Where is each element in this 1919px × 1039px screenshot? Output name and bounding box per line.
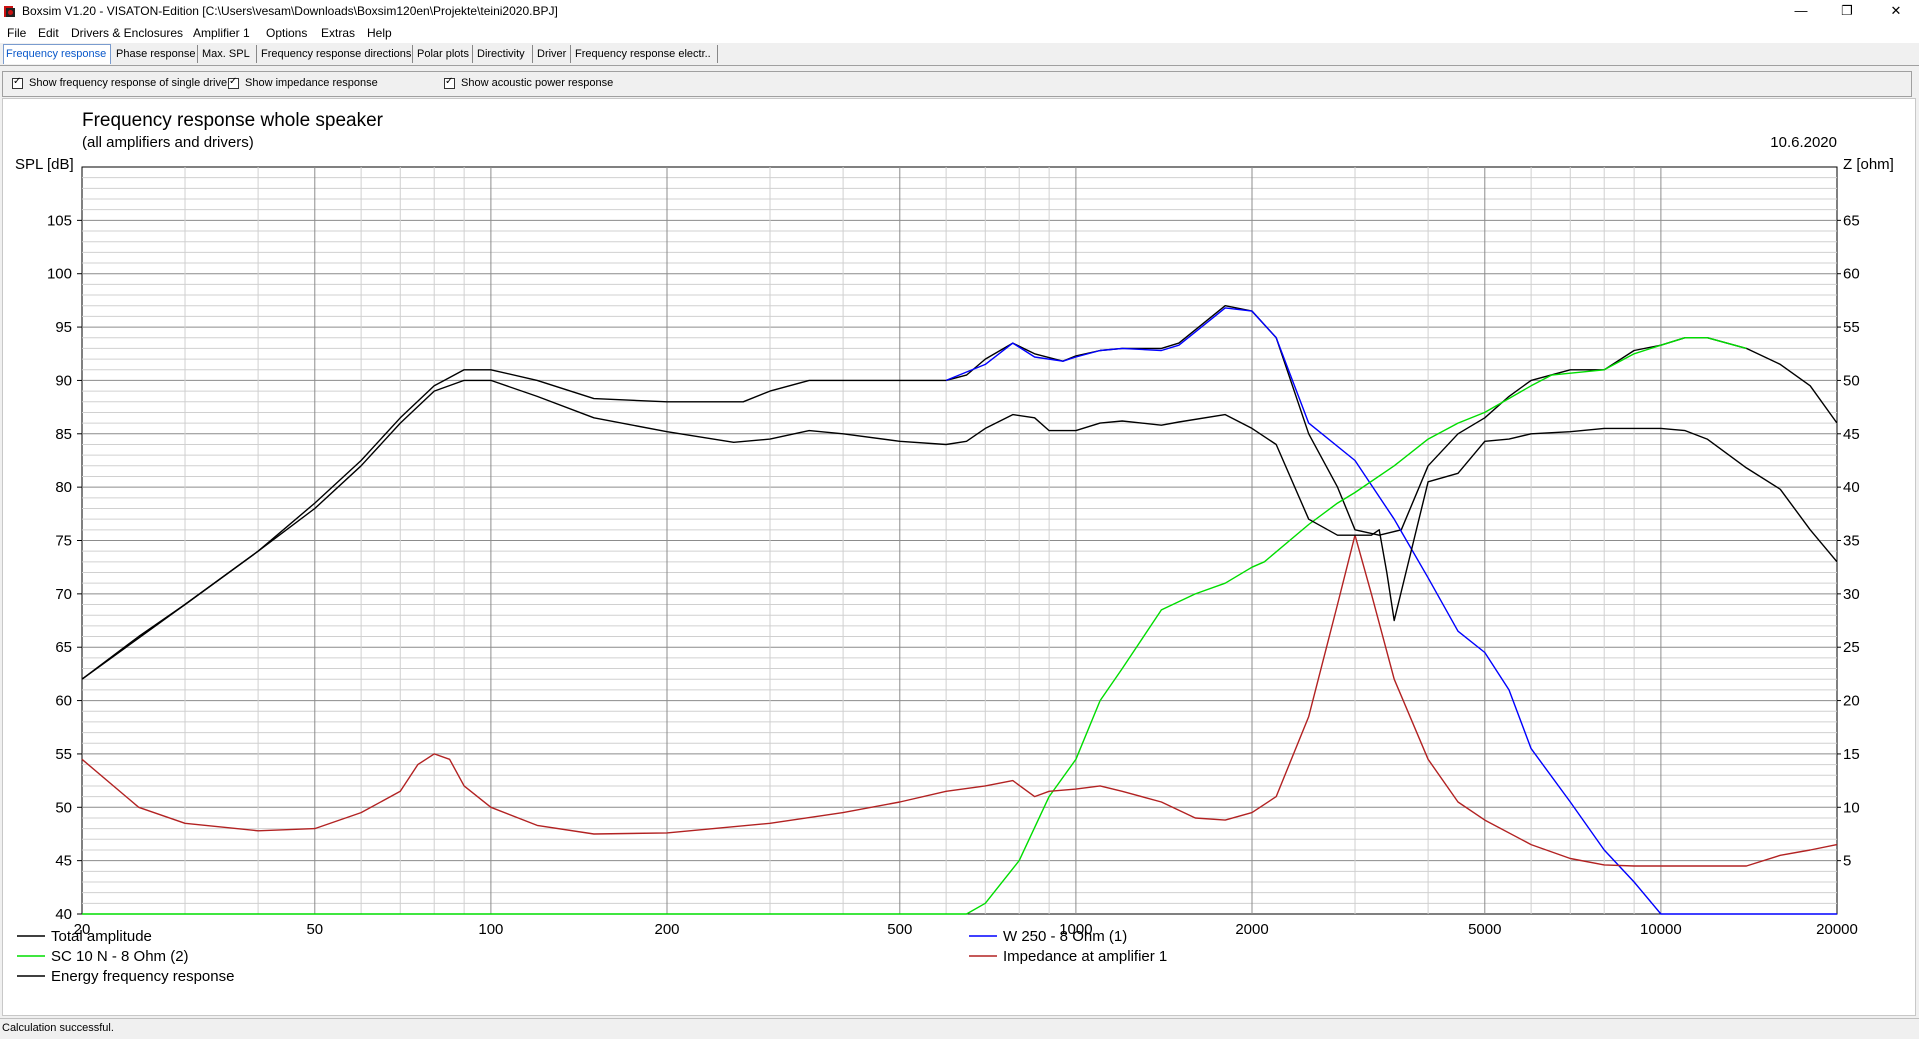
menu-options[interactable]: Options [266, 26, 307, 40]
y-tick-label: 65 [55, 639, 72, 656]
status-message: Calculation successful. [2, 1022, 114, 1034]
menu-bar: File Edit Drivers & Enclosures Amplifier… [0, 23, 1919, 43]
tab-driver[interactable]: Driver [535, 45, 571, 63]
x-tick-label: 2000 [1235, 921, 1268, 938]
tab-phase-response[interactable]: Phase response [114, 45, 198, 63]
y-tick-label: 60 [55, 693, 72, 710]
y-tick-label: 100 [47, 266, 72, 283]
y2-tick-label: 30 [1843, 586, 1860, 603]
legend-label: Energy frequency response [51, 968, 234, 985]
y2-tick-label: 15 [1843, 746, 1860, 763]
chart-tick-labels: 20 50 100 200 500 1000 2000 5000 10000 2000040455… [47, 212, 1860, 938]
single-drive-label: Show frequency response of single drive [29, 77, 228, 89]
y2-tick-label: 45 [1843, 426, 1860, 443]
y2-tick-label: 25 [1843, 639, 1860, 656]
show-acoustic-power-option[interactable]: Show acoustic power response [444, 76, 614, 89]
legend-label: Total amplitude [51, 928, 152, 945]
close-button[interactable]: ✕ [1873, 0, 1919, 22]
maximize-button[interactable]: ❐ [1824, 0, 1870, 22]
y2-tick-label: 40 [1843, 479, 1860, 496]
plot-area: Frequency response whole speaker (all am… [2, 98, 1916, 1016]
x-tick-label: 200 [654, 921, 679, 938]
y-tick-label: 90 [55, 372, 72, 389]
single-drive-checkbox[interactable] [12, 76, 23, 89]
impedance-label: Show impedance response [245, 77, 378, 89]
options-bar: Show frequency response of single drive … [2, 71, 1912, 97]
frequency-response-chart: Frequency response whole speaker (all am… [15, 110, 1894, 985]
acoustic-power-checkbox[interactable] [444, 76, 455, 89]
tab-directivity[interactable]: Directivity [475, 45, 533, 63]
legend-label: SC 10 N - 8 Ohm (2) [51, 948, 189, 965]
x-tick-label: 50 [306, 921, 323, 938]
chart-title: Frequency response whole speaker [82, 110, 384, 131]
chart-legend: Total amplitude SC 10 N - 8 Ohm (2) Energy… [17, 928, 1167, 985]
menu-amplifier[interactable]: Amplifier 1 [193, 26, 250, 40]
y-tick-label: 45 [55, 853, 72, 870]
y-tick-label: 70 [55, 586, 72, 603]
x-tick-label: 10000 [1640, 921, 1682, 938]
legend-label: Impedance at amplifier 1 [1003, 948, 1167, 965]
y-tick-label: 95 [55, 319, 72, 336]
x-tick-label: 5000 [1468, 921, 1501, 938]
impedance-checkbox[interactable] [228, 76, 239, 89]
y-tick-label: 40 [55, 906, 72, 923]
series-line-1 [81, 304, 1838, 680]
tab-frequency-response[interactable]: Frequency response [3, 44, 111, 64]
y-tick-label: 75 [55, 533, 72, 550]
acoustic-power-label: Show acoustic power response [461, 77, 614, 89]
minimize-button[interactable]: — [1778, 0, 1824, 22]
y2-tick-label: 50 [1843, 372, 1860, 389]
chart-grid [81, 166, 1838, 915]
show-single-drive-option[interactable]: Show frequency response of single drive [12, 76, 228, 89]
menu-extras[interactable]: Extras [321, 26, 355, 40]
menu-help[interactable]: Help [367, 26, 392, 40]
series-line-2 [945, 307, 1837, 915]
menu-edit[interactable]: Edit [38, 26, 59, 40]
status-bar: Calculation successful. [0, 1018, 1919, 1039]
y2-tick-label: 35 [1843, 533, 1860, 550]
y2-tick-label: 5 [1843, 853, 1851, 870]
tab-frequency-response-directions[interactable]: Frequency response directions [259, 45, 413, 63]
tab-bar: Frequency response Phase response Max. S… [0, 43, 1919, 66]
menu-file[interactable]: File [7, 26, 26, 40]
legend-label: W 250 - 8 Ohm (1) [1003, 928, 1127, 945]
chart-subtitle: (all amplifiers and drivers) [82, 134, 254, 151]
tab-polar-plots[interactable]: Polar plots [415, 45, 473, 63]
y-tick-label: 85 [55, 426, 72, 443]
window-title: Boxsim V1.20 - VISATON-Edition [C:\Users… [22, 4, 558, 18]
x-tick-label: 500 [887, 921, 912, 938]
y-tick-label: 80 [55, 479, 72, 496]
y2-tick-label: 60 [1843, 266, 1860, 283]
x-tick-label: 20000 [1816, 921, 1858, 938]
boxsim-app-icon [4, 6, 15, 17]
y2-tick-label: 55 [1843, 319, 1860, 336]
x-tick-label: 100 [478, 921, 503, 938]
y2-tick-label: 10 [1843, 799, 1860, 816]
y2-axis-label: Z [ohm] [1843, 156, 1894, 173]
y-axis-label: SPL [dB] [15, 156, 74, 173]
y-tick-label: 50 [55, 799, 72, 816]
tab-max-spl[interactable]: Max. SPL [200, 45, 257, 63]
tab-frequency-response-electrical[interactable]: Frequency response electr.. [573, 45, 718, 63]
show-impedance-option[interactable]: Show impedance response [228, 76, 378, 89]
chart-series-lines [81, 304, 1838, 915]
chart-date: 10.6.2020 [1770, 134, 1837, 151]
y-tick-label: 55 [55, 746, 72, 763]
y2-tick-label: 20 [1843, 693, 1860, 710]
y-tick-label: 105 [47, 212, 72, 229]
title-bar: Boxsim V1.20 - VISATON-Edition [C:\Users… [0, 0, 1919, 23]
menu-drivers-enclosures[interactable]: Drivers & Enclosures [71, 26, 183, 40]
y2-tick-label: 65 [1843, 212, 1860, 229]
